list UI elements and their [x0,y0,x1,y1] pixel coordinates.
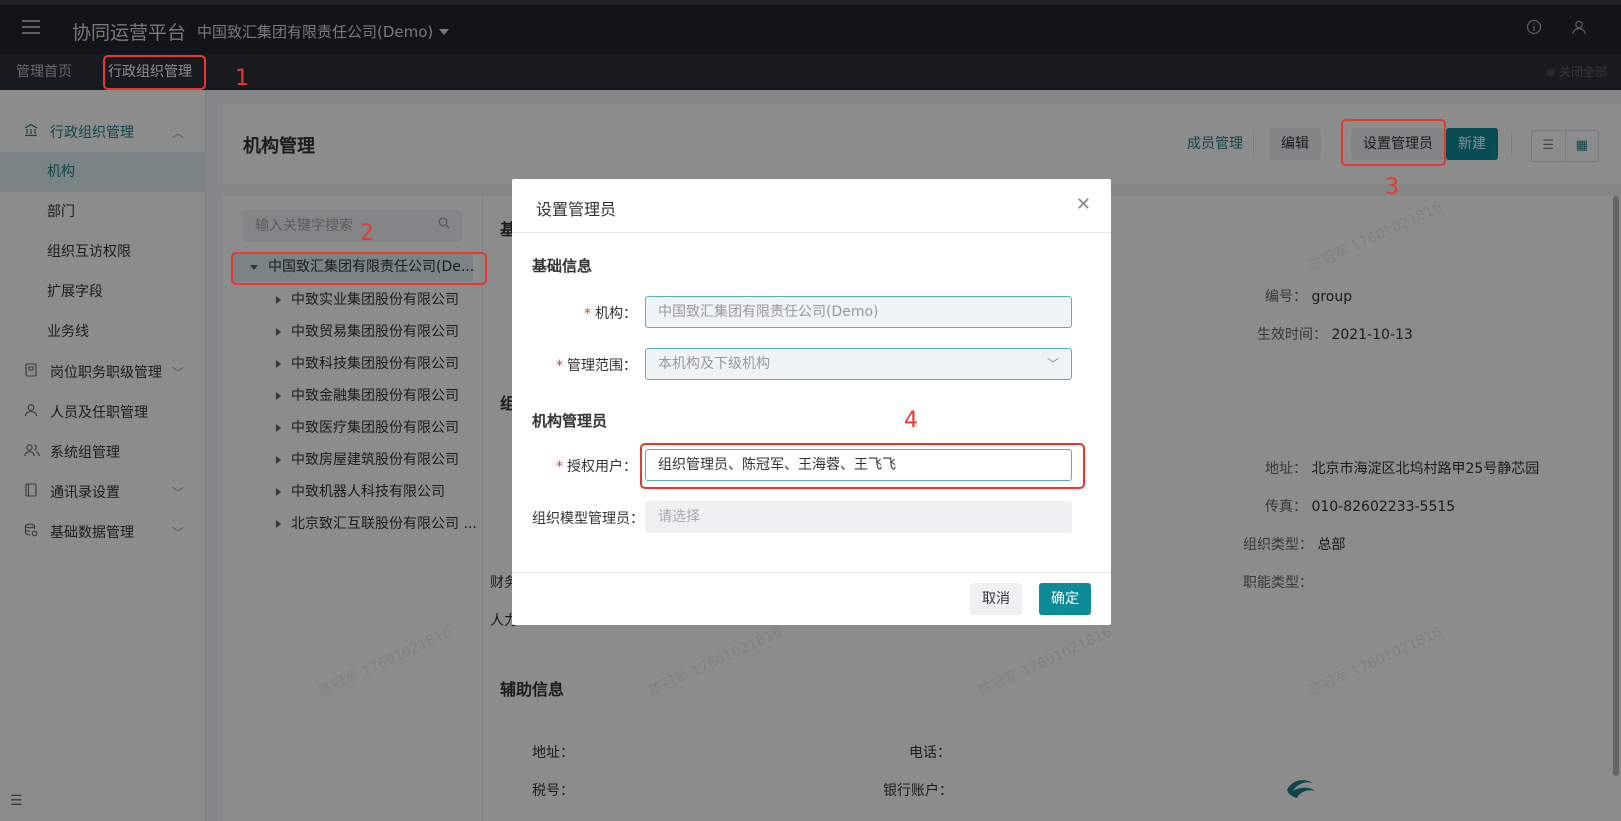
org-field: 中国致汇集团有限责任公司(Demo) [645,296,1072,328]
label-text: 管理范围： [567,358,637,374]
scope-label: * 管理范围： [532,355,637,375]
set-admin-dialog: 设置管理员 ✕ 基础信息 * 机构： 中国致汇集团有限责任公司(Demo) * 管理… [512,179,1111,625]
required-mark: * [556,459,563,475]
annotation-number: 1 [235,66,249,91]
cancel-button[interactable]: 取消 [970,583,1022,615]
label-text: 授权用户： [567,459,637,475]
annotation-number: 4 [904,408,918,433]
basic-info-section: 基础信息 [532,257,593,275]
users-label: * 授权用户： [532,456,637,476]
org-admin-section: 机构管理员 [532,412,608,430]
dialog-header: 设置管理员 ✕ [512,179,1111,233]
required-mark: * [584,306,591,322]
scope-value: 本机构及下级机构 [658,356,770,372]
annotation-number: 3 [1385,175,1399,200]
close-icon[interactable]: ✕ [1076,194,1091,215]
app-root: 协同运营平台 中国致汇集团有限责任公司(Demo) 管理首页 行政组织管理 ⊗ … [0,0,1621,821]
dialog-title: 设置管理员 [536,200,617,219]
dialog-footer: 取消 确定 [512,572,1111,625]
annotation-number: 2 [360,221,374,246]
label-text: 机构： [595,306,637,322]
scope-select[interactable]: 本机构及下级机构 ﹀ [645,348,1072,380]
org-label: * 机构： [532,303,637,323]
confirm-button[interactable]: 确定 [1039,583,1091,615]
required-mark: * [556,358,563,374]
authorized-users-field[interactable]: 组织管理员、陈冠军、王海蓉、王飞飞 [645,449,1072,481]
model-admin-select[interactable]: 请选择 [645,501,1072,533]
model-admin-label: 组织模型管理员： [532,511,644,527]
chevron-down-icon: ﹀ [1046,357,1059,371]
